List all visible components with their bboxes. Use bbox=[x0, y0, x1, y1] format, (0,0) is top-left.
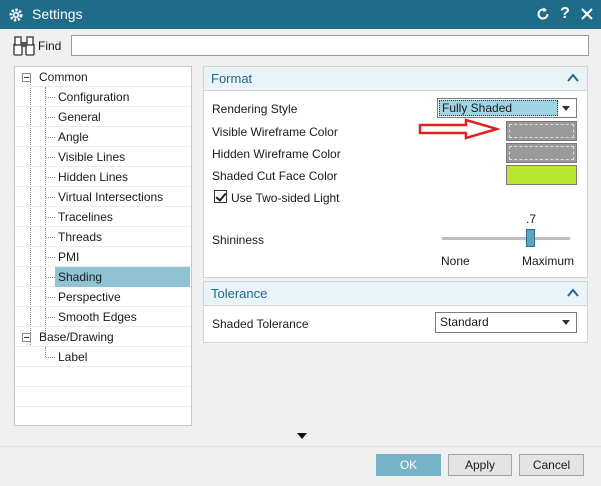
cancel-button[interactable]: Cancel bbox=[519, 454, 584, 476]
tree-item-virtual-intersections[interactable]: Virtual Intersections bbox=[15, 187, 191, 207]
chevron-up-icon[interactable] bbox=[567, 73, 579, 83]
shaded-tolerance-label: Shaded Tolerance bbox=[212, 317, 309, 331]
tree-connector bbox=[46, 317, 55, 318]
chevron-down-icon bbox=[562, 320, 570, 325]
tree-empty-row bbox=[15, 407, 191, 425]
binoculars-icon bbox=[13, 36, 35, 56]
visible-wireframe-color-swatch[interactable] bbox=[506, 121, 577, 141]
rendering-style-label: Rendering Style bbox=[212, 102, 298, 116]
tree-item-general[interactable]: General bbox=[15, 107, 191, 127]
shaded-tolerance-select[interactable]: Standard bbox=[435, 312, 577, 333]
find-label: Find bbox=[38, 39, 62, 53]
shininess-max-label: Maximum bbox=[522, 254, 575, 268]
tolerance-panel-header[interactable]: Tolerance bbox=[204, 282, 587, 306]
swatch-inner bbox=[509, 146, 574, 160]
shininess-value: .7 bbox=[526, 212, 537, 226]
rendering-style-select[interactable]: Fully Shaded bbox=[437, 98, 577, 118]
shininess-slider-track[interactable] bbox=[442, 237, 570, 240]
red-arrow-icon bbox=[418, 118, 500, 140]
format-panel: Format Rendering Style Fully Shaded Visi… bbox=[203, 66, 588, 278]
shininess-label: Shininess bbox=[212, 233, 265, 247]
tree-item-pmi[interactable]: PMI bbox=[15, 247, 191, 267]
tree-connector bbox=[46, 137, 55, 138]
chevron-up-icon[interactable] bbox=[567, 288, 579, 298]
help-icon[interactable]: ? bbox=[556, 5, 574, 23]
settings-tree: Common Configuration General Angle Visib… bbox=[14, 66, 192, 426]
tree-item-label[interactable]: Label bbox=[15, 347, 191, 367]
format-panel-header[interactable]: Format bbox=[204, 67, 587, 91]
gear-icon bbox=[9, 8, 23, 22]
shaded-cut-face-color-label: Shaded Cut Face Color bbox=[212, 169, 338, 183]
tree-item-smooth-edges[interactable]: Smooth Edges bbox=[15, 307, 191, 327]
visible-wireframe-color-label: Visible Wireframe Color bbox=[212, 125, 338, 139]
button-bar: OK Apply Cancel bbox=[0, 446, 601, 486]
tree-connector bbox=[46, 357, 55, 358]
shaded-tolerance-value: Standard bbox=[440, 315, 489, 329]
tree-item-base-drawing[interactable]: Base/Drawing bbox=[15, 327, 191, 347]
close-icon[interactable] bbox=[578, 5, 596, 23]
collapse-toggle-icon[interactable] bbox=[22, 333, 31, 342]
ok-button[interactable]: OK bbox=[376, 454, 441, 476]
tree-connector bbox=[46, 257, 55, 258]
tree-item-threads[interactable]: Threads bbox=[15, 227, 191, 247]
tree-connector bbox=[46, 177, 55, 178]
tree-connector bbox=[46, 97, 55, 98]
tree-connector bbox=[46, 157, 55, 158]
format-panel-title: Format bbox=[211, 71, 253, 86]
tree-item-tracelines[interactable]: Tracelines bbox=[15, 207, 191, 227]
shininess-min-label: None bbox=[441, 254, 470, 268]
tree-item-visible-lines[interactable]: Visible Lines bbox=[15, 147, 191, 167]
tolerance-panel: Tolerance Shaded Tolerance Standard bbox=[203, 281, 588, 343]
two-sided-light-label: Use Two-sided Light bbox=[231, 191, 340, 205]
tolerance-panel-title: Tolerance bbox=[211, 286, 268, 301]
tree-connector bbox=[46, 237, 55, 238]
tree-connector bbox=[46, 277, 55, 278]
shaded-cut-face-color-swatch[interactable] bbox=[506, 165, 577, 185]
apply-button[interactable]: Apply bbox=[448, 454, 512, 476]
rendering-style-value: Fully Shaded bbox=[442, 101, 513, 115]
collapse-toggle-icon[interactable] bbox=[22, 73, 31, 82]
tree-connector bbox=[46, 297, 55, 298]
tree-connector bbox=[46, 217, 55, 218]
two-sided-light-checkbox[interactable] bbox=[214, 190, 227, 203]
refresh-icon[interactable] bbox=[534, 5, 552, 23]
tree-connector bbox=[46, 197, 55, 198]
tree-connector bbox=[46, 117, 55, 118]
hidden-wireframe-color-swatch[interactable] bbox=[506, 143, 577, 163]
shininess-slider-thumb[interactable] bbox=[526, 229, 535, 247]
tree-empty-row bbox=[15, 367, 191, 387]
tree-item-hidden-lines[interactable]: Hidden Lines bbox=[15, 167, 191, 187]
chevron-down-icon bbox=[562, 106, 570, 111]
tree-item-shading[interactable]: Shading bbox=[15, 267, 191, 287]
find-input[interactable] bbox=[71, 35, 589, 56]
more-options-arrow-icon[interactable] bbox=[297, 433, 307, 439]
swatch-inner bbox=[509, 124, 574, 138]
tree-empty-row bbox=[15, 387, 191, 407]
tree-item-common[interactable]: Common bbox=[15, 67, 191, 87]
tree-item-perspective[interactable]: Perspective bbox=[15, 287, 191, 307]
hidden-wireframe-color-label: Hidden Wireframe Color bbox=[212, 147, 341, 161]
title-bar: Settings ? bbox=[0, 0, 601, 29]
tree-item-configuration[interactable]: Configuration bbox=[15, 87, 191, 107]
window-title: Settings bbox=[32, 6, 83, 22]
tree-item-angle[interactable]: Angle bbox=[15, 127, 191, 147]
find-bar: Find bbox=[0, 29, 601, 62]
